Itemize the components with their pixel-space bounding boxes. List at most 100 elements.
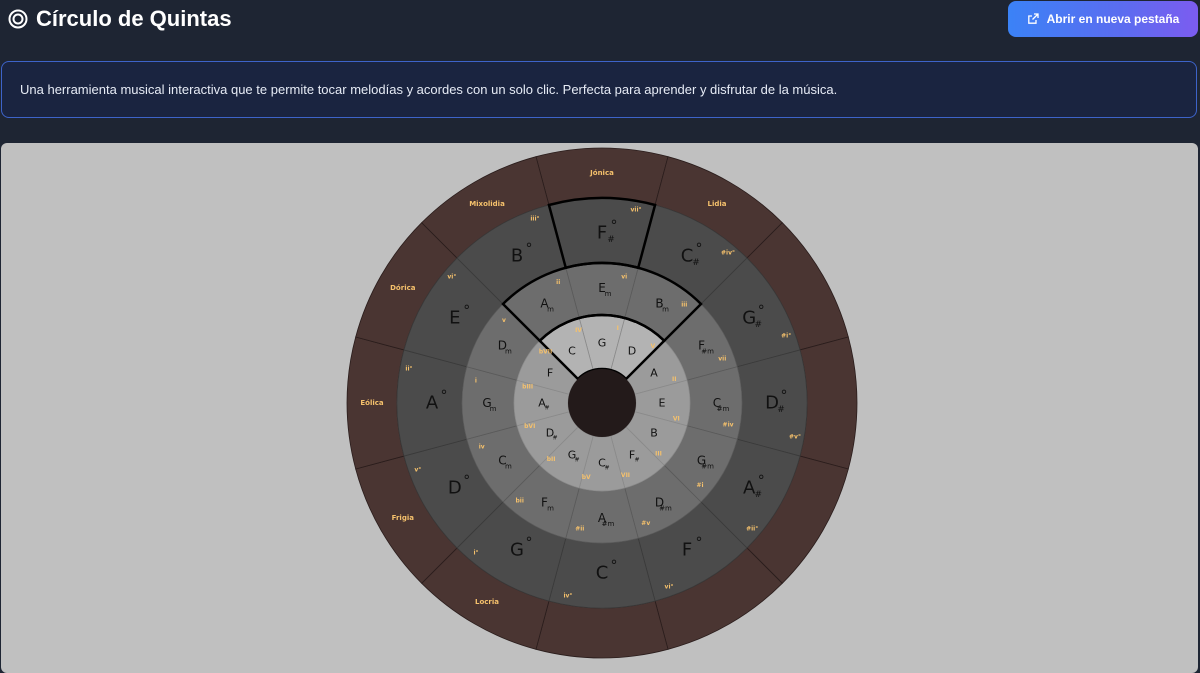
major-degree: III <box>655 450 662 457</box>
open-new-tab-button[interactable]: Abrir en nueva pestaña <box>1008 1 1198 37</box>
major-degree: II <box>672 376 676 383</box>
chord-accidental: # <box>777 405 785 415</box>
chord-root: A <box>426 393 439 414</box>
mode-segment[interactable] <box>799 336 858 470</box>
open-new-tab-label: Abrir en nueva pestaña <box>1046 12 1180 26</box>
chord-suffix: m <box>605 290 612 298</box>
major-degree: bV <box>582 474 591 481</box>
minor-degree: #i <box>697 482 704 489</box>
mode-label: Lidia <box>708 200 727 208</box>
major-degree: VII <box>621 472 630 479</box>
chord-accidental: # <box>692 258 700 268</box>
diminished-chord-label: G#° <box>742 303 764 330</box>
chord-suffix: # <box>553 435 558 442</box>
page-title: Círculo de Quintas <box>36 6 232 31</box>
diminished-degree: #v° <box>789 434 801 441</box>
chord-suffix: m <box>547 305 554 313</box>
mode-segment[interactable] <box>535 600 669 659</box>
chord-root: B <box>511 245 523 266</box>
diminished-degree: #iv° <box>721 249 735 256</box>
chord-dim-symbol: ° <box>696 241 703 257</box>
chord-root: C <box>596 563 609 584</box>
diminished-degree: #i° <box>781 332 791 339</box>
chord-root: G <box>598 337 607 350</box>
chord-accidental: # <box>607 235 615 245</box>
chord-dim-symbol: ° <box>611 558 618 574</box>
chord-dim-symbol: ° <box>526 241 533 257</box>
diminished-degree: vii° <box>631 206 642 213</box>
major-degree: V <box>651 343 656 350</box>
chord-suffix: # <box>604 465 609 472</box>
chord-root: D <box>628 345 636 358</box>
chord-root: C <box>568 345 576 358</box>
chord-suffix: m <box>547 505 554 513</box>
chord-suffix: # <box>544 405 549 412</box>
diminished-chord-label: D#° <box>765 388 787 415</box>
chord-dim-symbol: ° <box>463 303 470 319</box>
app-title: Círculo de Quintas <box>8 5 232 33</box>
diminished-degree: i° <box>473 550 478 557</box>
major-degree: I <box>617 325 619 332</box>
circle-of-fifths[interactable]: JónicaF #°vii°EmviGILidiaC#° #iv°BmiiiD VG#… <box>1 143 1198 673</box>
major-chord-label: G <box>598 337 607 350</box>
chord-dim-symbol: ° <box>526 535 533 551</box>
diminished-degree: ii° <box>405 365 412 372</box>
minor-degree: vi <box>621 273 627 280</box>
minor-degree: vii <box>718 356 726 363</box>
chord-root: E <box>659 397 666 410</box>
chord-dim-symbol: ° <box>441 388 448 404</box>
minor-degree: v <box>502 317 506 324</box>
chord-suffix: m <box>662 305 669 313</box>
circle-panel: Jónica F # ° vii° Em vi G I Lidia C # ° #iv° Bm iii D V G #… <box>1 143 1198 673</box>
description-text: Una herramienta musical interactiva que … <box>20 82 838 97</box>
diminished-degree: v° <box>414 467 421 474</box>
mode-label: Jónica <box>589 169 614 177</box>
major-degree: bVII <box>539 349 552 356</box>
chord-dim-symbol: ° <box>758 473 765 489</box>
diminished-degree: vi° <box>665 584 674 591</box>
major-chord-label: E <box>659 397 666 410</box>
diminished-chord-label: A #° <box>743 473 765 500</box>
external-link-icon <box>1027 13 1039 24</box>
chord-suffix: #m <box>659 505 672 513</box>
minor-degree: #v <box>641 520 650 527</box>
chord-accidental: # <box>754 490 762 500</box>
major-degree: bII <box>547 456 556 463</box>
diminished-degree: iv° <box>563 593 572 600</box>
chord-suffix: m <box>490 405 497 413</box>
chord-root: E <box>449 308 460 329</box>
diminished-degree: iii° <box>530 215 539 222</box>
center-circle <box>568 369 636 437</box>
mode-label: Mixolidia <box>469 200 505 208</box>
chord-suffix: #m <box>717 405 730 413</box>
chord-suffix: #m <box>602 520 615 528</box>
major-degree: bIII <box>522 384 533 391</box>
app-header: Círculo de Quintas Abrir en nueva pestañ… <box>0 0 1200 50</box>
mode-label: Dórica <box>390 284 416 292</box>
chord-dim-symbol: ° <box>758 303 765 319</box>
chord-suffix: #m <box>701 348 714 356</box>
chord-root: F <box>597 223 607 244</box>
chord-dim-symbol: ° <box>781 388 788 404</box>
chord-root: G <box>510 540 524 561</box>
chord-suffix: m <box>505 348 512 356</box>
minor-degree: bii <box>516 498 524 505</box>
major-chord-label: C <box>568 345 576 358</box>
diminished-chord-label: F #° <box>597 218 618 245</box>
minor-degree: ii <box>556 279 560 286</box>
chord-accidental: # <box>754 320 762 330</box>
major-degree: VI <box>673 415 680 422</box>
major-degree: bVI <box>524 423 535 430</box>
mode-label: Frigia <box>392 514 415 522</box>
chord-root: A <box>650 367 658 380</box>
minor-degree: #iv <box>723 422 734 429</box>
chord-suffix: #m <box>701 463 714 471</box>
chord-dim-symbol: ° <box>463 473 470 489</box>
diminished-chord-label: C#° <box>681 241 703 268</box>
major-chord-label: B <box>650 427 658 440</box>
chord-dim-symbol: ° <box>611 218 618 234</box>
chord-root: D <box>448 478 462 499</box>
minor-degree: i <box>475 377 477 384</box>
mode-label: Eólica <box>360 399 384 407</box>
chord-root: F <box>682 540 692 561</box>
